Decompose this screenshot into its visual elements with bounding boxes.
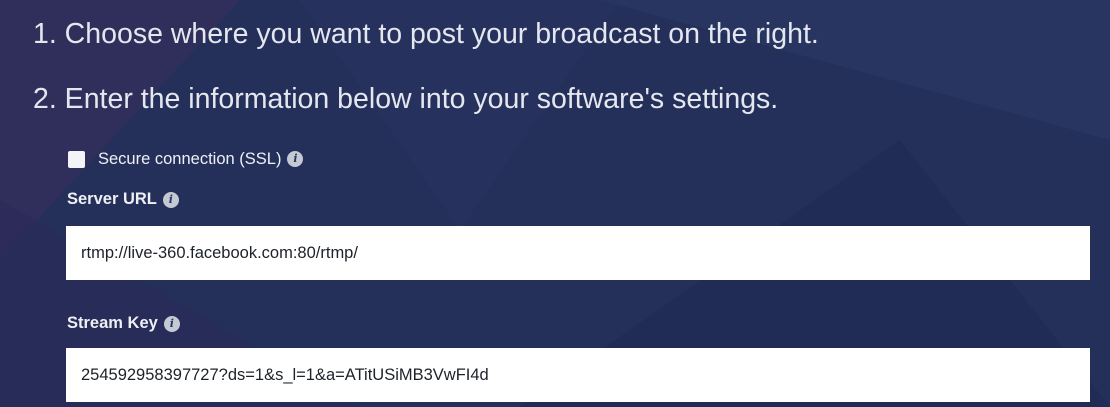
stream-key-label: Stream Key	[67, 314, 158, 332]
ssl-option-row: Secure connection (SSL) i	[68, 147, 304, 171]
server-url-field[interactable]	[66, 226, 1090, 280]
info-icon[interactable]: i	[162, 191, 179, 208]
ssl-label: Secure connection (SSL)	[98, 149, 282, 168]
instruction-step-1: 1. Choose where you want to post your br…	[33, 18, 819, 50]
info-icon[interactable]: i	[287, 151, 304, 167]
server-url-label-row: Server URL i	[67, 190, 179, 209]
ssl-checkbox[interactable]	[68, 150, 85, 168]
stream-key-label-row: Stream Key i	[67, 314, 180, 333]
server-url-label: Server URL	[67, 190, 157, 208]
info-icon[interactable]: i	[163, 315, 180, 332]
live-broadcast-setup-panel: 1. Choose where you want to post your br…	[0, 0, 1110, 407]
stream-key-field[interactable]	[66, 348, 1090, 402]
instruction-step-2: 2. Enter the information below into your…	[33, 83, 779, 115]
